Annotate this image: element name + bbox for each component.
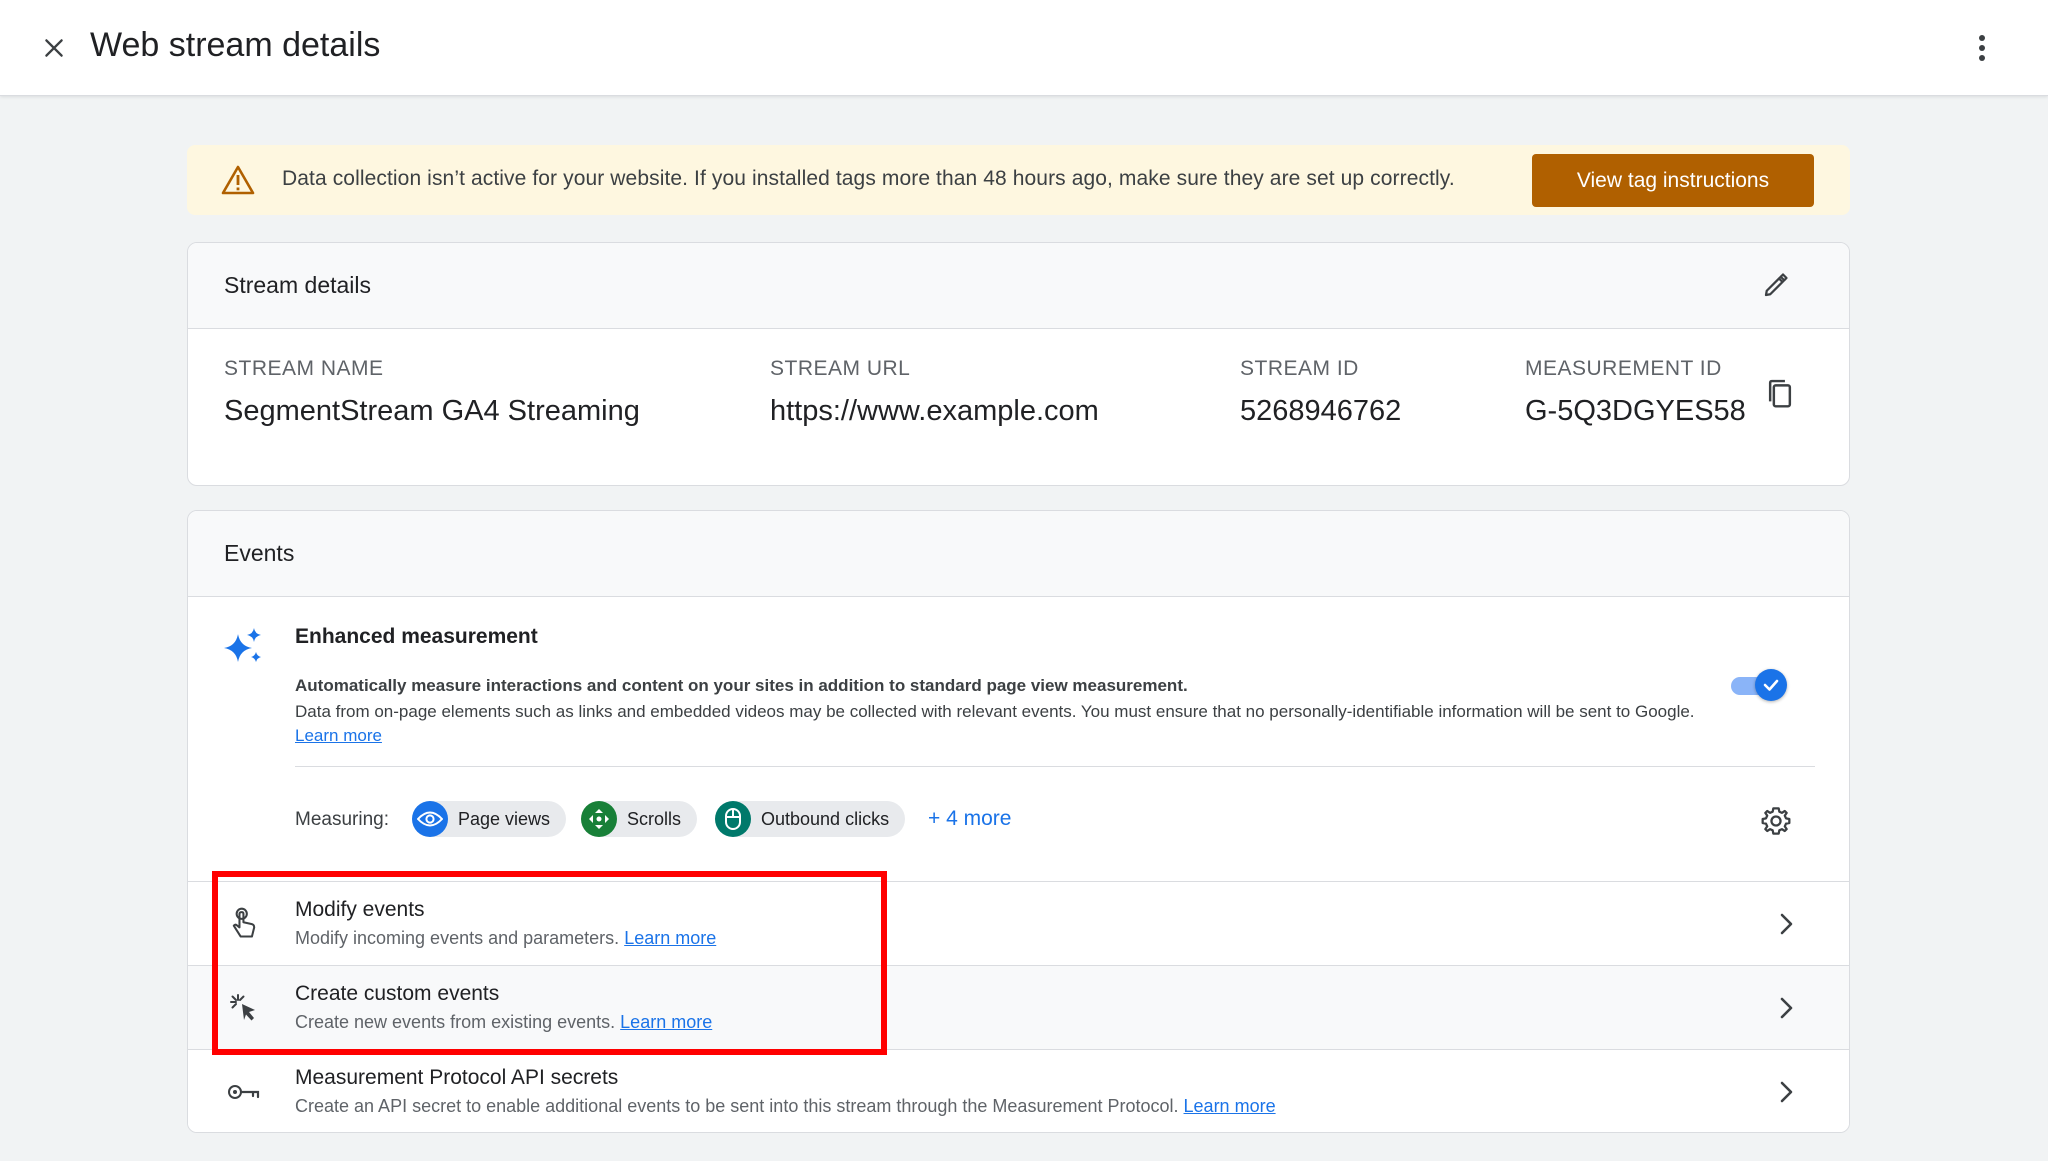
stream-id-field: STREAM ID 5268946762 [1240,357,1401,428]
modify-events-learn-more-link[interactable]: Learn more [624,928,716,948]
close-button[interactable] [34,28,74,68]
mouse-icon [715,801,751,837]
top-bar: Web stream details [0,0,2048,96]
chip-page-views[interactable]: Page views [412,801,567,837]
measurement-protocol-subtitle: Create an API secret to enable additiona… [295,1096,1276,1117]
edit-stream-button[interactable] [1756,265,1796,305]
stream-name-label: STREAM NAME [224,357,384,380]
stream-name-field: STREAM NAME SegmentStream GA4 Streaming [224,357,640,428]
enhanced-measurement-learn-more-link[interactable]: Learn more [295,726,382,745]
stream-details-header: Stream details [188,243,1849,329]
cursor-sparkle-icon [224,988,264,1028]
more-options-button[interactable] [1962,28,2002,68]
modify-events-row[interactable]: Modify events Modify incoming events and… [188,881,1849,965]
measurement-protocol-api-secrets-row[interactable]: Measurement Protocol API secrets Create … [188,1049,1849,1132]
scroll-arrows-icon [581,801,617,837]
warning-icon [221,165,255,195]
copy-icon [1768,379,1792,408]
enhanced-measurement-title: Enhanced measurement [295,625,538,648]
chip-outbound-clicks[interactable]: Outbound clicks [715,801,906,837]
view-tag-instructions-button[interactable]: View tag instructions [1532,154,1814,207]
enhanced-measurement-description-bold: Automatically measure interactions and c… [295,676,1188,695]
warning-message: Data collection isn’t active for your we… [282,167,1455,190]
chevron-right-icon [1768,906,1804,942]
measurement-protocol-subtitle-text: Create an API secret to enable additiona… [295,1096,1179,1116]
enhanced-measurement-description: Data from on-page elements such as links… [295,700,1715,748]
chip-scrolls-label: Scrolls [627,808,682,829]
measurement-protocol-title: Measurement Protocol API secrets [295,1066,619,1089]
modify-events-subtitle-text: Modify incoming events and parameters. [295,928,620,948]
create-custom-events-row[interactable]: Create custom events Create new events f… [188,965,1849,1049]
stream-url-label: STREAM URL [770,357,911,380]
events-title: Events [224,540,295,566]
touch-hand-icon [224,904,264,944]
more-measurements-link[interactable]: + 4 more [928,807,1011,831]
page-title: Web stream details [90,26,381,64]
key-icon [224,1072,264,1112]
stream-id-label: STREAM ID [1240,357,1359,380]
check-icon [1763,679,1779,691]
data-collection-warning-banner: Data collection isn’t active for your we… [187,145,1850,215]
create-custom-events-subtitle: Create new events from existing events. … [295,1012,712,1033]
section-divider [295,766,1815,767]
measurement-protocol-learn-more-link[interactable]: Learn more [1184,1096,1276,1116]
create-custom-events-learn-more-link[interactable]: Learn more [620,1012,712,1032]
events-header: Events [188,511,1849,597]
stream-details-title: Stream details [224,272,372,298]
measurement-id-value[interactable]: G-5Q3DGYES58 [1525,395,1746,428]
stream-details-card: Stream details STREAM NAME SegmentStream… [187,242,1850,486]
modify-events-subtitle: Modify incoming events and parameters. L… [295,928,716,949]
chevron-right-icon [1768,990,1804,1026]
measurement-id-field: MEASUREMENT ID G-5Q3DGYES58 [1525,357,1746,428]
measurement-id-label: MEASUREMENT ID [1525,357,1722,380]
toggle-knob [1755,669,1787,701]
enhanced-measurement-description-text: Data from on-page elements such as links… [295,702,1695,721]
close-icon [45,39,63,57]
chevron-right-icon [1768,1074,1804,1110]
enhanced-measurement-toggle[interactable] [1727,669,1787,701]
create-custom-events-subtitle-text: Create new events from existing events. [295,1012,616,1032]
stream-name-value: SegmentStream GA4 Streaming [224,395,640,427]
stream-url-value: https://www.example.com [770,395,1099,427]
stream-url-field: STREAM URL https://www.example.com [770,357,1099,428]
chip-outbound-clicks-label: Outbound clicks [761,808,890,829]
pencil-icon [1764,273,1788,297]
copy-measurement-id-button[interactable] [1760,374,1800,414]
eye-icon [412,801,448,837]
modify-events-title: Modify events [295,898,425,921]
events-card: Events Enhanced measurement Automaticall… [187,510,1850,1133]
measuring-label: Measuring: [295,809,389,830]
enhanced-measurement-settings-button[interactable] [1756,801,1796,841]
gear-icon [1761,807,1791,835]
create-custom-events-title: Create custom events [295,982,500,1005]
sparkle-icon [224,628,261,662]
chip-scrolls[interactable]: Scrolls [581,801,698,837]
stream-id-value: 5268946762 [1240,395,1402,427]
chip-page-views-label: Page views [458,808,551,829]
more-vert-icon [1979,35,1985,61]
